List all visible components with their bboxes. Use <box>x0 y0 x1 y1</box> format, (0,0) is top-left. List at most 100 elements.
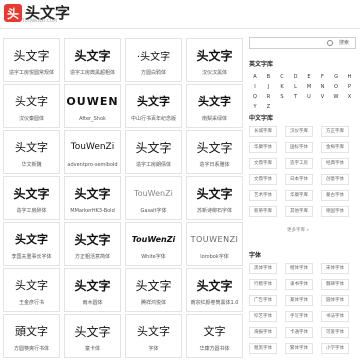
font-name: 李国夫重事长字体 <box>11 254 52 260</box>
chinese-library-tag[interactable]: 其他字库 <box>285 206 313 217</box>
chinese-library-tag[interactable]: 金梅字库 <box>321 142 349 153</box>
chinese-library-tag[interactable]: 文鼎字体 <box>249 174 277 185</box>
font-card[interactable]: ·头文字 方圆白鸦体 <box>125 38 182 82</box>
letter-link[interactable]: D <box>290 74 302 80</box>
letter-link[interactable]: V <box>317 94 329 100</box>
letter-link[interactable]: F <box>317 74 329 80</box>
chinese-library-tag[interactable]: 文鼎字库 <box>249 158 277 169</box>
chinese-library-tag[interactable]: 华康字体 <box>249 142 277 153</box>
letter-link[interactable]: E <box>303 74 315 80</box>
letter-link[interactable]: U <box>303 94 315 100</box>
font-category-tag[interactable]: 广告字体 <box>249 295 277 306</box>
chinese-library-tag[interactable]: 汉仪字库 <box>285 126 313 137</box>
letter-link[interactable]: H <box>344 74 356 80</box>
chinese-library-tag[interactable]: 德国字体 <box>321 206 349 217</box>
font-card[interactable]: 头文字 中山行书百年纪念版 <box>125 84 182 128</box>
letter-link[interactable]: R <box>263 94 275 100</box>
letter-link[interactable]: Q <box>249 94 261 100</box>
font-card[interactable]: 头文字 王金彦行书 <box>3 268 60 312</box>
font-category-tag[interactable]: 书法字体 <box>321 311 349 322</box>
letter-link[interactable]: N <box>317 84 329 90</box>
letter-link[interactable]: O <box>330 84 342 90</box>
font-card[interactable]: 头文字 华文新魏 <box>3 130 60 174</box>
font-card[interactable]: 头文字 李国夫重事长字体 <box>3 222 60 266</box>
letter-link[interactable]: Y <box>249 104 261 110</box>
letter-link[interactable]: I <box>249 84 261 90</box>
font-category-tag[interactable]: 可爱字体 <box>321 327 349 338</box>
font-category-tag[interactable]: 楷体字体 <box>285 263 313 274</box>
letter-link[interactable]: G <box>330 74 342 80</box>
font-card[interactable]: 头文字 南梨采绿体 <box>186 84 243 128</box>
font-category-tag[interactable]: 海报字体 <box>249 327 277 338</box>
font-card[interactable]: 头文字 造字工房悦圆常规体 <box>3 38 60 82</box>
chinese-library-tag[interactable]: 蒙古字体 <box>321 190 349 201</box>
letter-link[interactable]: X <box>344 94 356 100</box>
font-category-tag[interactable]: 魏碑字体 <box>321 279 349 290</box>
letter-link[interactable]: S <box>276 94 288 100</box>
font-card[interactable]: 頭文字 方圆筷爽行书体 <box>3 314 60 358</box>
chinese-library-tag[interactable]: 日本字体 <box>285 174 313 185</box>
font-section: 字体 黑体字体 楷体字体 宋体字体 行楷字体 隶书字体 魏碑字体 广告字体 篆体字体 圆体字体综… <box>249 250 357 354</box>
font-category-tag[interactable]: 卡通字体 <box>285 327 313 338</box>
font-name: 方正粗活意简体 <box>74 254 110 260</box>
chinese-library-tag[interactable]: 经典字体 <box>321 158 349 169</box>
font-card[interactable]: TouWenZi adventpro-semibold <box>64 130 121 174</box>
font-card[interactable]: 头文字 腾祥鸿悦体 <box>125 268 182 312</box>
chinese-library-tag[interactable]: 新蒂字库 <box>249 206 277 217</box>
font-category-tag[interactable]: 行楷字体 <box>249 279 277 290</box>
font-card[interactable]: 文字 华康方圆书体 <box>186 314 243 358</box>
font-card[interactable]: 头文字 南宗红颜卷筒黑体1.0 <box>186 268 243 312</box>
font-category-tag[interactable]: 繁体字体 <box>285 343 313 354</box>
font-category-tag[interactable]: 隶书字体 <box>285 279 313 290</box>
chinese-library-tag[interactable]: 造字工房 <box>285 158 313 169</box>
font-card[interactable]: TouWenZi Gasalt字体 <box>125 176 182 220</box>
font-category-tag[interactable]: 综艺字体 <box>249 311 277 322</box>
font-card[interactable]: TOUWENZI lombok字体 <box>186 222 243 266</box>
letter-link[interactable]: W <box>330 94 342 100</box>
font-card[interactable]: 头文字 造字日系雅体 <box>186 130 243 174</box>
font-card[interactable]: 头文字 造字工房醉体 <box>3 176 60 220</box>
chinese-library-tag[interactable]: 长城字库 <box>249 126 277 137</box>
font-card[interactable]: 头文字 造字工房典黑超粗体 <box>64 38 121 82</box>
font-card[interactable]: 头文字 汉仪秦圆体 <box>3 84 60 128</box>
letter-link[interactable]: K <box>276 84 288 90</box>
font-card[interactable]: 头文字 造字工房朗倩体 <box>125 130 182 174</box>
font-card[interactable]: 头文字 MMarkerHK3-Bold <box>64 176 121 220</box>
site-header: 头 头文字 TOUWENZI.COM <box>0 0 360 29</box>
letter-link[interactable]: Z <box>263 104 275 110</box>
font-card[interactable]: 头文字 汉仪汉黑体 <box>186 38 243 82</box>
chinese-library-tag[interactable]: 国标字体 <box>285 142 313 153</box>
font-category-tag[interactable]: 篆体字体 <box>285 295 313 306</box>
letter-link[interactable]: J <box>263 84 275 90</box>
chinese-library-tag[interactable]: 华康字库 <box>285 190 313 201</box>
letter-link[interactable]: M <box>303 84 315 90</box>
letter-link[interactable]: P <box>344 84 356 90</box>
font-category-tag[interactable]: 粗黑字体 <box>249 343 277 354</box>
letter-link[interactable]: C <box>276 74 288 80</box>
font-card[interactable]: 头文字 字体 <box>125 314 182 358</box>
font-card[interactable]: 头文字 方正粗活意简体 <box>64 222 121 266</box>
font-category-tag[interactable]: 小学字体 <box>321 343 349 354</box>
font-category-tag[interactable]: 手写字体 <box>285 311 313 322</box>
font-category-tag[interactable]: 黑体字体 <box>249 263 277 274</box>
font-preview: 头文字 <box>196 186 233 201</box>
chinese-library-tag[interactable]: 艺术字体 <box>249 190 277 201</box>
letter-link[interactable]: B <box>263 74 275 80</box>
search-box[interactable]: 搜索 <box>249 37 356 49</box>
more-libraries-link[interactable]: 更多字库 » <box>287 227 309 233</box>
font-card[interactable]: OUWEN After_Shok <box>64 84 121 128</box>
font-name: 华文新魏 <box>21 162 42 168</box>
font-category-tag[interactable]: 宋体字体 <box>321 263 349 274</box>
chinese-library-tag[interactable]: 创意字体 <box>321 174 349 185</box>
font-card[interactable]: 头文字 雨木圆体 <box>64 268 121 312</box>
letter-link[interactable]: A <box>249 74 261 80</box>
search-button[interactable]: 搜索 <box>334 39 354 47</box>
font-category-tag[interactable]: 圆体字体 <box>321 295 349 306</box>
chinese-library-tag[interactable]: 方正字库 <box>321 126 349 137</box>
font-card[interactable]: 头文字 苏新诗柳石字体 <box>186 176 243 220</box>
font-card[interactable]: 头文字 童卡体 <box>64 314 121 358</box>
font-card[interactable]: TouWenZi White字体 <box>125 222 182 266</box>
font-name: MMarkerHK3-Bold <box>70 208 115 214</box>
letter-link[interactable]: T <box>290 94 302 100</box>
letter-link[interactable]: L <box>290 84 302 90</box>
